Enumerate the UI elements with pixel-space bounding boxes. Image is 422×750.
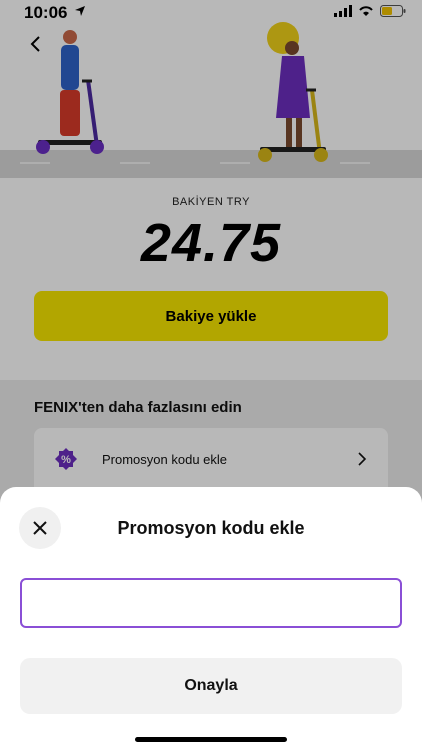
confirm-button[interactable]: Onayla [20,658,402,714]
promo-code-input[interactable] [20,578,402,628]
home-indicator [135,737,287,742]
sheet-title: Promosyon kodu ekle [117,518,305,538]
